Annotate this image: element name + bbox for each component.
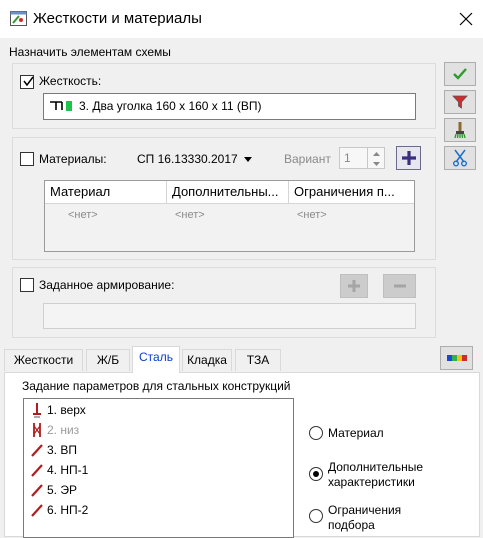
radio-additional-label[interactable]: Дополнительные характеристики xyxy=(328,460,438,490)
radio-additional[interactable] xyxy=(309,467,323,481)
plus-icon xyxy=(348,280,360,292)
tab-steel[interactable]: Сталь xyxy=(132,346,180,373)
apply-check-icon xyxy=(453,68,467,80)
table-cell[interactable]: <нет> xyxy=(175,209,205,221)
norm-value: СП 16.13330.2017 xyxy=(137,152,238,166)
column-header-material[interactable]: Материал xyxy=(45,181,167,203)
window-title: Жесткости и материалы xyxy=(33,10,202,27)
check-icon xyxy=(23,76,34,87)
reinforcement-checkbox[interactable] xyxy=(20,278,34,292)
column-header-limits[interactable]: Ограничения п... xyxy=(289,181,414,203)
reinforcement-field[interactable] xyxy=(43,303,416,329)
materials-table: Материал Дополнительны... Ограничения п.… xyxy=(44,180,415,252)
brush-icon xyxy=(454,122,466,139)
red-bolt-icon xyxy=(33,403,41,418)
list-item-label: 6. НП-2 xyxy=(47,503,89,517)
norm-dropdown[interactable]: СП 16.13330.2017 xyxy=(137,152,253,166)
filter-icon xyxy=(452,95,468,109)
remove-reinforcement-button[interactable] xyxy=(383,274,416,298)
stiffness-label: Жесткость: xyxy=(39,74,102,88)
spin-down-button[interactable] xyxy=(367,158,384,168)
stiffness-checkbox[interactable] xyxy=(20,75,34,89)
stiffness-value: 3. Два уголка 160 x 160 x 11 (ВП) xyxy=(79,99,262,113)
variant-spinbox[interactable]: 1 xyxy=(339,147,385,169)
variant-label: Вариант xyxy=(284,152,331,166)
red-rod-icon xyxy=(31,504,43,517)
radio-material-label[interactable]: Материал xyxy=(328,426,384,440)
add-reinforcement-button[interactable] xyxy=(340,274,368,298)
apply-button[interactable] xyxy=(444,62,476,86)
tab-stiffness[interactable]: Жесткости xyxy=(4,349,83,371)
steel-heading: Задание параметров для стальных конструк… xyxy=(22,379,291,393)
crossed-bolt-icon xyxy=(33,423,41,437)
column-header-additional[interactable]: Дополнительны... xyxy=(167,181,289,203)
radio-limits[interactable] xyxy=(309,509,323,523)
assign-label: Назначить элементам схемы xyxy=(9,45,171,59)
list-item-label: 4. НП-1 xyxy=(47,463,89,477)
tab-rc[interactable]: Ж/Б xyxy=(86,349,130,371)
color-legend-button[interactable] xyxy=(440,346,473,370)
app-icon xyxy=(10,11,27,26)
rainbow-icon xyxy=(446,355,467,361)
add-material-button[interactable] xyxy=(396,146,421,170)
list-item[interactable]: 5. ЭР xyxy=(30,480,77,500)
materials-label: Материалы: xyxy=(39,152,107,166)
radio-limits-label[interactable]: Ограничения подбора xyxy=(328,503,418,533)
close-button[interactable] xyxy=(452,6,480,32)
variant-value: 1 xyxy=(344,151,351,165)
tab-masonry[interactable]: Кладка xyxy=(182,349,232,371)
list-item[interactable]: 6. НП-2 xyxy=(30,500,88,520)
scissors-button[interactable] xyxy=(444,146,476,170)
minus-icon xyxy=(393,284,406,288)
spin-down-icon xyxy=(373,162,380,166)
brush-button[interactable] xyxy=(444,118,476,142)
list-item[interactable]: 1. верх xyxy=(30,400,86,420)
list-item[interactable]: 2. низ xyxy=(30,420,79,440)
close-icon xyxy=(459,12,473,26)
red-rod-icon xyxy=(31,444,43,457)
list-item-label: 1. верх xyxy=(47,403,86,417)
table-cell[interactable]: <нет> xyxy=(68,209,98,221)
reinforcement-label: Заданное армирование: xyxy=(39,278,175,292)
filter-button[interactable] xyxy=(444,90,476,114)
plus-icon xyxy=(401,151,416,165)
radio-selected-dot xyxy=(313,471,319,477)
angle-section-icon xyxy=(48,99,76,113)
list-item[interactable]: 3. ВП xyxy=(30,440,77,460)
radio-material[interactable] xyxy=(309,426,323,440)
table-cell[interactable]: <нет> xyxy=(297,209,327,221)
list-item-label: 5. ЭР xyxy=(47,483,77,497)
list-item[interactable]: 4. НП-1 xyxy=(30,460,88,480)
list-item-label: 3. ВП xyxy=(47,443,77,457)
list-item-label: 2. низ xyxy=(47,423,80,437)
table-header: Материал Дополнительны... Ограничения п.… xyxy=(45,181,414,204)
materials-checkbox[interactable] xyxy=(20,152,34,166)
spin-up-button[interactable] xyxy=(367,148,384,158)
chevron-down-icon xyxy=(244,156,253,162)
red-rod-icon xyxy=(31,484,43,497)
red-rod-icon xyxy=(31,464,43,477)
tab-tza[interactable]: ТЗА xyxy=(235,349,281,371)
scissors-icon xyxy=(453,149,467,167)
